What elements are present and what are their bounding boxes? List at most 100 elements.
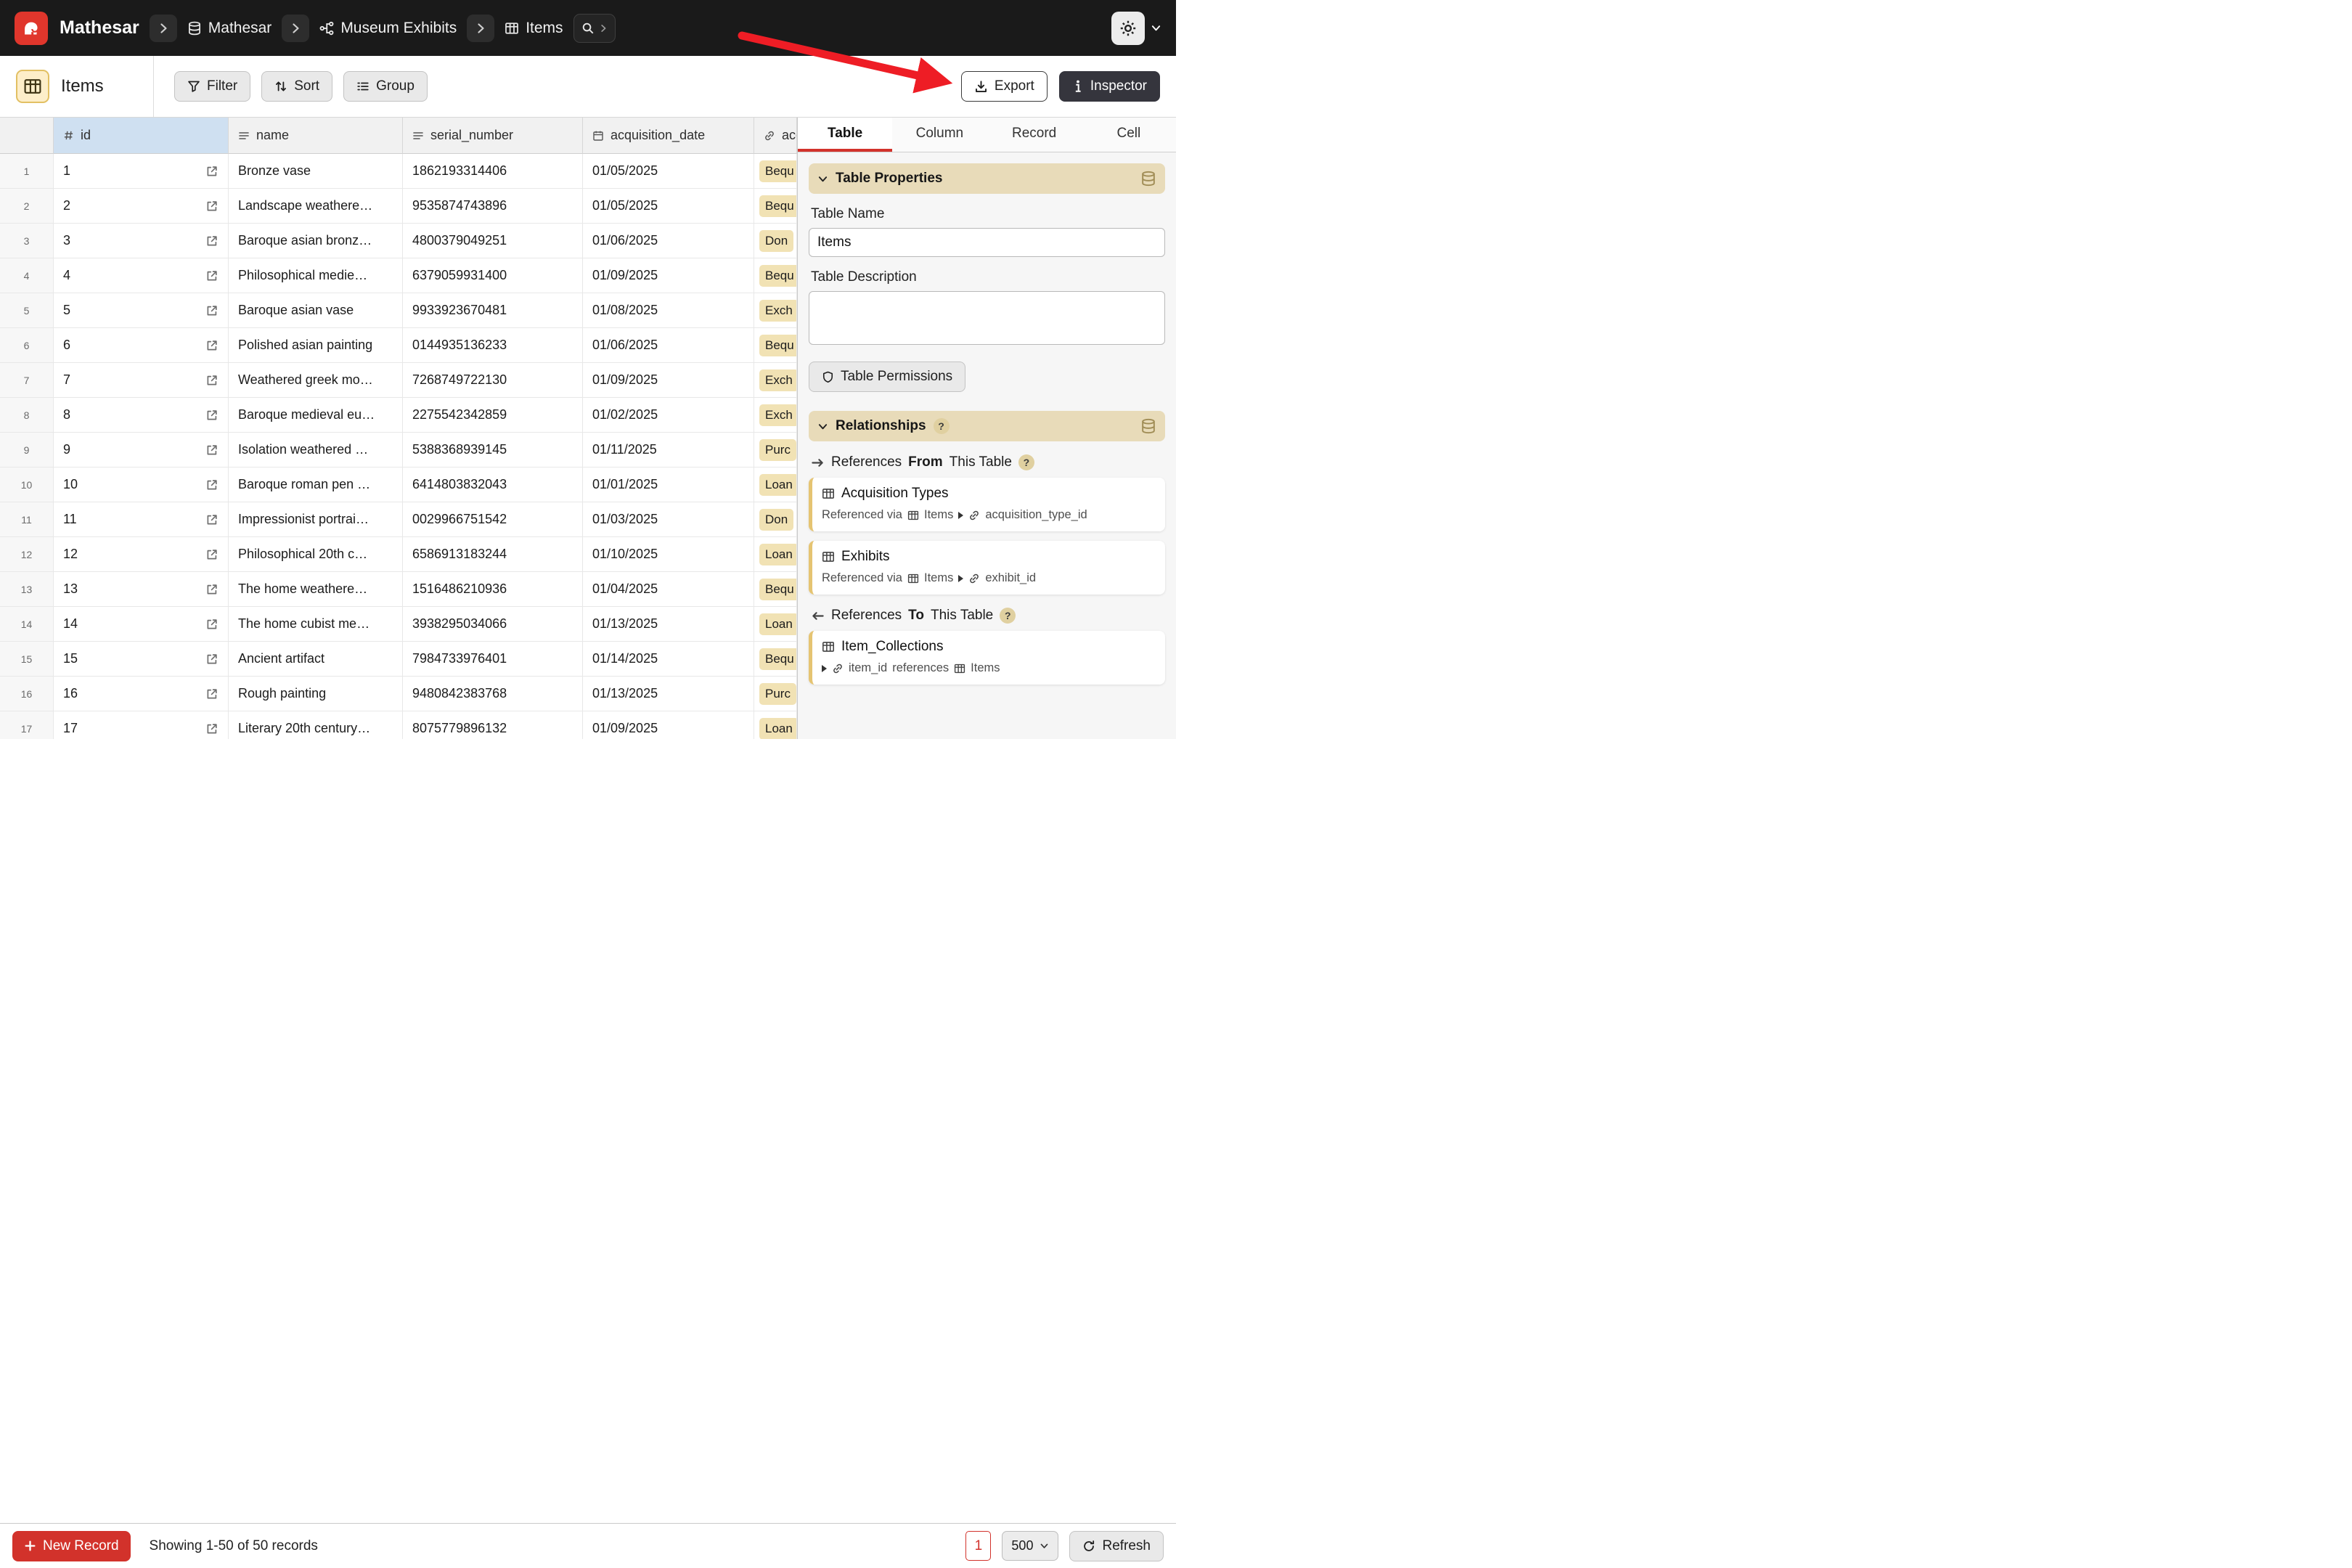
row-number-cell[interactable]: 8: [0, 398, 54, 433]
cell-name[interactable]: Weathered greek mo…: [229, 363, 403, 398]
open-record-icon[interactable]: [205, 548, 219, 561]
cell-name[interactable]: Polished asian painting: [229, 328, 403, 363]
cell-acquisition-date[interactable]: 01/08/2025: [583, 293, 754, 328]
cell-acquisition-date[interactable]: 01/09/2025: [583, 711, 754, 739]
row-number-cell[interactable]: 12: [0, 537, 54, 572]
open-record-icon[interactable]: [205, 687, 219, 701]
cell-acquisition-type[interactable]: Exch: [754, 293, 797, 328]
tab-column[interactable]: Column: [892, 118, 987, 152]
cell-name[interactable]: The home cubist me…: [229, 607, 403, 642]
open-record-icon[interactable]: [205, 583, 219, 596]
cell-name[interactable]: The home weathere…: [229, 572, 403, 607]
cell-acquisition-date[interactable]: 01/13/2025: [583, 607, 754, 642]
relationships-section-header[interactable]: Relationships: [809, 411, 1165, 441]
cell-acquisition-type[interactable]: Bequ: [754, 572, 797, 607]
open-record-icon[interactable]: [205, 374, 219, 387]
relationship-card[interactable]: Exhibits Referenced via Items exhibit_id: [809, 541, 1165, 595]
table-description-input[interactable]: [809, 291, 1165, 345]
cell-name[interactable]: Baroque roman pen …: [229, 467, 403, 502]
open-record-icon[interactable]: [205, 339, 219, 352]
tab-table[interactable]: Table: [798, 118, 893, 152]
cell-name[interactable]: Baroque asian vase: [229, 293, 403, 328]
cell-acquisition-date[interactable]: 01/10/2025: [583, 537, 754, 572]
cell-serial-number[interactable]: 9535874743896: [403, 189, 583, 224]
row-number-cell[interactable]: 9: [0, 433, 54, 467]
cell-name[interactable]: Baroque asian bronz…: [229, 224, 403, 258]
cell-serial-number[interactable]: 0029966751542: [403, 502, 583, 537]
cell-serial-number[interactable]: 7984733976401: [403, 642, 583, 677]
cell-id[interactable]: 2: [54, 189, 229, 224]
export-button[interactable]: Export: [960, 71, 1048, 102]
row-number-cell[interactable]: 13: [0, 572, 54, 607]
cell-serial-number[interactable]: 1516486210936: [403, 572, 583, 607]
cell-id[interactable]: 5: [54, 293, 229, 328]
cell-serial-number[interactable]: 6379059931400: [403, 258, 583, 293]
cell-serial-number[interactable]: 9933923670481: [403, 293, 583, 328]
open-record-icon[interactable]: [205, 165, 219, 178]
open-record-icon[interactable]: [205, 444, 219, 457]
cell-acquisition-date[interactable]: 01/13/2025: [583, 677, 754, 711]
chevron-down-icon[interactable]: [1151, 23, 1161, 33]
row-number-cell[interactable]: 3: [0, 224, 54, 258]
help-icon[interactable]: [933, 418, 950, 434]
cell-serial-number[interactable]: 4800379049251: [403, 224, 583, 258]
row-number-cell[interactable]: 1: [0, 154, 54, 189]
cell-acquisition-type[interactable]: Loan: [754, 607, 797, 642]
open-record-icon[interactable]: [205, 722, 219, 735]
row-number-cell[interactable]: 6: [0, 328, 54, 363]
page-number[interactable]: 1: [965, 1531, 992, 1561]
breadcrumb-database[interactable]: Mathesar: [187, 20, 271, 37]
cell-acquisition-type[interactable]: Exch: [754, 363, 797, 398]
page-size-select[interactable]: 500: [1002, 1531, 1059, 1561]
row-number-cell[interactable]: 4: [0, 258, 54, 293]
cell-acquisition-type[interactable]: Bequ: [754, 189, 797, 224]
cell-acquisition-type[interactable]: Loan: [754, 467, 797, 502]
relationship-card[interactable]: Item_Collections item_id references Item…: [809, 631, 1165, 685]
cell-acquisition-type[interactable]: Loan: [754, 537, 797, 572]
cell-acquisition-date[interactable]: 01/14/2025: [583, 642, 754, 677]
cell-id[interactable]: 17: [54, 711, 229, 739]
refresh-button[interactable]: Refresh: [1069, 1530, 1164, 1561]
table-search-button[interactable]: [573, 13, 616, 43]
inspector-button[interactable]: Inspector: [1058, 71, 1160, 102]
open-record-icon[interactable]: [205, 618, 219, 631]
cell-id[interactable]: 6: [54, 328, 229, 363]
cell-acquisition-type[interactable]: Purc: [754, 433, 797, 467]
relationship-card[interactable]: Acquisition Types Referenced via Items a…: [809, 478, 1165, 531]
cell-serial-number[interactable]: 3938295034066: [403, 607, 583, 642]
cell-serial-number[interactable]: 6586913183244: [403, 537, 583, 572]
cell-acquisition-type[interactable]: Bequ: [754, 328, 797, 363]
cell-acquisition-date[interactable]: 01/02/2025: [583, 398, 754, 433]
column-header-acquisition-type[interactable]: acc: [754, 118, 797, 154]
cell-name[interactable]: Impressionist portrai…: [229, 502, 403, 537]
new-record-button[interactable]: New Record: [12, 1530, 131, 1561]
table-properties-section-header[interactable]: Table Properties: [809, 163, 1165, 194]
cell-id[interactable]: 4: [54, 258, 229, 293]
tab-cell[interactable]: Cell: [1082, 118, 1176, 152]
cell-acquisition-date[interactable]: 01/09/2025: [583, 258, 754, 293]
column-header-acquisition-date[interactable]: acquisition_date: [583, 118, 754, 154]
cell-name[interactable]: Literary 20th century…: [229, 711, 403, 739]
cell-serial-number[interactable]: 8075779896132: [403, 711, 583, 739]
cell-serial-number[interactable]: 5388368939145: [403, 433, 583, 467]
cell-name[interactable]: Bronze vase: [229, 154, 403, 189]
cell-acquisition-type[interactable]: Bequ: [754, 642, 797, 677]
cell-id[interactable]: 3: [54, 224, 229, 258]
row-number-cell[interactable]: 15: [0, 642, 54, 677]
cell-acquisition-type[interactable]: Bequ: [754, 154, 797, 189]
cell-serial-number[interactable]: 2275542342859: [403, 398, 583, 433]
sort-button[interactable]: Sort: [261, 71, 333, 102]
cell-acquisition-type[interactable]: Bequ: [754, 258, 797, 293]
row-number-cell[interactable]: 16: [0, 677, 54, 711]
open-record-icon[interactable]: [205, 234, 219, 248]
help-icon[interactable]: [1000, 608, 1016, 624]
cell-id[interactable]: 1: [54, 154, 229, 189]
cell-name[interactable]: Rough painting: [229, 677, 403, 711]
row-number-cell[interactable]: 2: [0, 189, 54, 224]
cell-name[interactable]: Philosophical medie…: [229, 258, 403, 293]
filter-button[interactable]: Filter: [174, 71, 251, 102]
tab-record[interactable]: Record: [987, 118, 1082, 152]
open-record-icon[interactable]: [205, 513, 219, 526]
cell-id[interactable]: 16: [54, 677, 229, 711]
settings-button[interactable]: [1111, 11, 1145, 45]
